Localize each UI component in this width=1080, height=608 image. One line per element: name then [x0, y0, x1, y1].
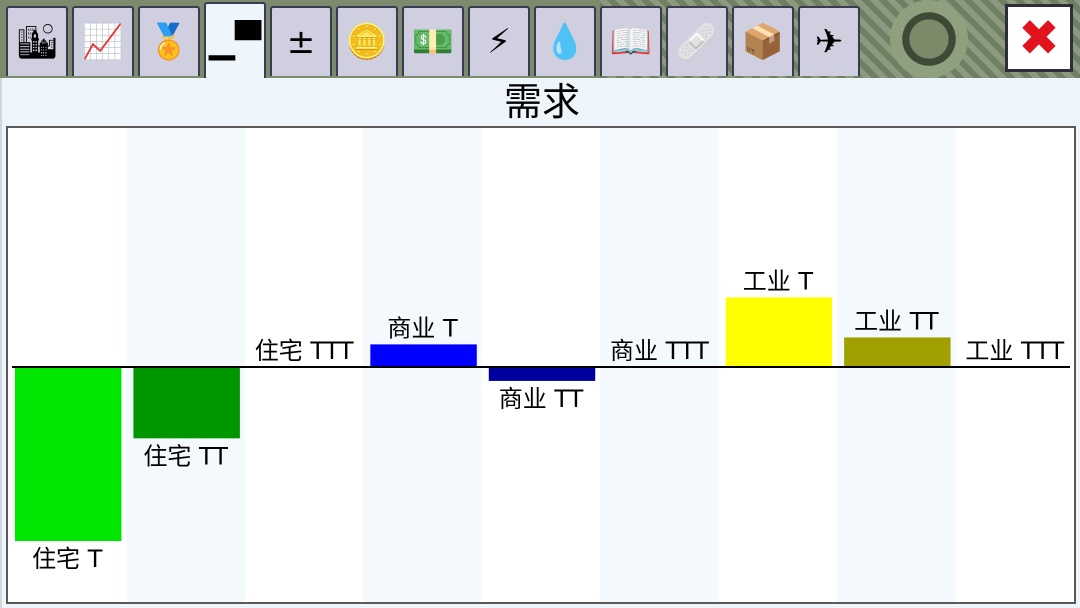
- bar-label: 商业 TT: [499, 385, 584, 413]
- airplane-icon: ✈: [814, 22, 844, 62]
- cash-tab[interactable]: 💵: [402, 6, 464, 76]
- money-tab[interactable]: 🪙: [336, 6, 398, 76]
- trade-crates-icon: 📦: [741, 22, 785, 62]
- demand-bar: [725, 297, 833, 367]
- graphs-tab[interactable]: 📈: [72, 6, 134, 76]
- health-tab[interactable]: 🩹: [666, 6, 728, 76]
- bar-label: 工业 TTT: [965, 337, 1064, 365]
- bar-label: 住宅 TTT: [255, 337, 354, 365]
- demand-tab[interactable]: ▁▀: [204, 2, 266, 78]
- coins-icon: 🪙: [345, 22, 389, 62]
- city-tab[interactable]: 🏙: [6, 6, 68, 76]
- close-icon: ✖: [1018, 9, 1060, 67]
- encyclopedia-tab[interactable]: 📖: [600, 6, 662, 76]
- water-tab[interactable]: 💧: [534, 6, 596, 76]
- bar-label: 商业 T: [387, 314, 458, 342]
- demand-bar: [133, 367, 240, 439]
- demand-bar: [15, 367, 122, 541]
- book-az-icon: 📖: [609, 22, 653, 62]
- demand-bar: [844, 337, 951, 367]
- medal-icon: 🏅: [147, 22, 191, 62]
- settings-gear-icon[interactable]: [890, 0, 968, 78]
- awards-tab[interactable]: 🏅: [138, 6, 200, 76]
- water-drop-icon: 💧: [543, 22, 587, 62]
- demand-chart-panel: 住宅 T 住宅 TT 住宅 TTT 商业 T 商业 TT 商业 TTT 工业 T 工业 TT 工…: [6, 126, 1076, 604]
- bar-label: 工业 T: [743, 267, 814, 295]
- column-stripe: [600, 128, 719, 602]
- banknote-icon: 💵: [411, 22, 455, 62]
- line-graph-icon: 📈: [81, 22, 125, 62]
- medical-kit-icon: 🩹: [675, 22, 719, 62]
- airport-tab[interactable]: ✈: [798, 6, 860, 76]
- demand-bar: [370, 344, 477, 367]
- trade-tab[interactable]: 📦: [732, 6, 794, 76]
- close-button[interactable]: ✖: [1005, 4, 1073, 72]
- budget-tab[interactable]: ±: [270, 6, 332, 76]
- bar-label: 住宅 TT: [143, 442, 228, 470]
- demand-bars-icon: ▁▀: [208, 21, 262, 61]
- bar-label: 住宅 T: [32, 545, 103, 573]
- demand-bar: [488, 367, 596, 381]
- window-title: 需求: [503, 80, 580, 124]
- demand-window: 需求 住宅 T 住宅 TT 住宅 TTT 商业 T 商业 TT 商业 TTT 工业 T 工业 …: [0, 78, 1080, 608]
- bar-label: 工业 TT: [854, 307, 939, 335]
- city-buildings-icon: 🏙: [15, 22, 59, 62]
- power-tab[interactable]: ⚡: [468, 6, 530, 76]
- bar-label: 商业 TTT: [610, 337, 709, 365]
- column-stripe: [126, 128, 245, 602]
- toolbar: 🏙 📈 🏅 ▁▀ ± 🪙 💵 ⚡ 💧 📖 🩹 📦 ✈ ✖: [0, 0, 1080, 78]
- plus-minus-icon: ±: [286, 22, 316, 62]
- demand-chart: 住宅 T 住宅 TT 住宅 TTT 商业 T 商业 TT 商业 TTT 工业 T 工业 TT 工…: [12, 128, 1070, 602]
- lightning-icon: ⚡: [487, 22, 511, 62]
